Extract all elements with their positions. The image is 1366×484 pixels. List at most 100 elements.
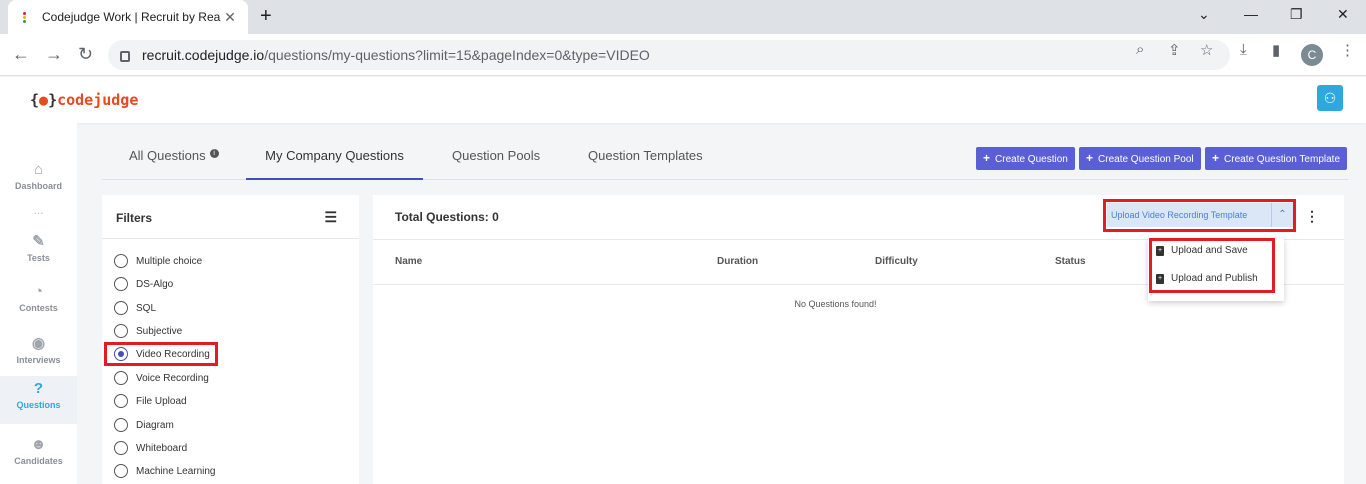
tab-label: All Questions	[129, 148, 206, 163]
home-icon: ⌂	[33, 161, 44, 178]
sidebar-item-label: Tests	[27, 253, 50, 263]
sidebar-item-dashboard[interactable]: ⌂ Dashboard	[0, 157, 77, 205]
pie-chart-icon: ◔	[33, 283, 44, 300]
sidebar-more[interactable]: ...	[0, 203, 77, 217]
filter-option-sql[interactable]: SQL	[114, 298, 156, 318]
more-options-icon[interactable]: ⋮	[1305, 208, 1319, 225]
browser-tab[interactable]: Codejudge Work | Recruit by Rea ✕	[8, 0, 248, 34]
app-header: {●}codejudge ⚇	[0, 77, 1366, 123]
column-difficulty: Difficulty	[875, 256, 918, 267]
radio-button[interactable]	[114, 441, 128, 455]
filter-option-diagram[interactable]: Diagram	[114, 415, 174, 435]
filter-option-voice-recording[interactable]: Voice Recording	[114, 368, 209, 388]
radio-button[interactable]	[114, 394, 128, 408]
sidebar-item-label: Dashboard	[14, 181, 62, 191]
url-host: recruit.codejudge.io	[142, 47, 265, 63]
sidebar-item-candidates[interactable]: ☻ Candidates	[0, 432, 77, 480]
create-question-pool-button[interactable]: + Create Question Pool	[1079, 147, 1201, 170]
restore-icon[interactable]: ❐	[1290, 6, 1303, 23]
tab-label: Question Templates	[588, 148, 703, 163]
button-label: Create Question	[995, 154, 1068, 165]
minimize-icon[interactable]: —	[1244, 6, 1258, 22]
sidebar-item-label: Contests	[19, 303, 58, 313]
zoom-icon[interactable]: ⌕	[1136, 41, 1144, 58]
question-icon: ?	[33, 380, 44, 397]
download-icon[interactable]: ⤓	[1240, 41, 1247, 58]
total-questions: Total Questions: 0	[395, 210, 499, 224]
menu-icon[interactable]: ☰	[324, 209, 337, 226]
back-icon[interactable]: ←	[12, 44, 30, 65]
tab-question-templates[interactable]: Question Templates	[588, 135, 703, 180]
bookmark-star-icon[interactable]: ☆	[1200, 41, 1213, 59]
info-icon[interactable]: i	[209, 149, 219, 158]
url-path: /questions/my-questions?limit=15&pageInd…	[264, 47, 650, 63]
codejudge-logo[interactable]: {●}codejudge	[30, 91, 138, 109]
filter-label: Voice Recording	[136, 372, 209, 384]
url-field[interactable]: recruit.codejudge.io/questions/my-questi…	[108, 40, 1230, 70]
sidebar-item-interviews[interactable]: ◉ Interviews	[0, 330, 77, 378]
radio-button[interactable]	[114, 464, 128, 478]
filters-title: Filters	[116, 211, 153, 225]
logo-traffic-icon: ●	[39, 91, 49, 109]
podcast-icon: ◉	[31, 335, 46, 352]
button-label: Create Question Pool	[1098, 154, 1194, 165]
side-panel-icon[interactable]: ▮	[1272, 41, 1280, 59]
share-icon[interactable]: ⇪	[1168, 41, 1181, 59]
column-status: Status	[1055, 256, 1086, 267]
create-question-button[interactable]: + Create Question	[976, 147, 1075, 170]
sidebar-item-label: Questions	[16, 400, 61, 410]
tab-label: My Company Questions	[265, 148, 404, 163]
radio-button[interactable]	[114, 371, 128, 385]
filter-option-ds-algo[interactable]: DS-Algo	[114, 274, 173, 294]
column-name: Name	[395, 256, 423, 267]
filter-label: DS-Algo	[136, 278, 174, 290]
radio-button[interactable]	[114, 277, 128, 291]
tab-close-icon[interactable]: ✕	[222, 9, 238, 26]
tab-question-pools[interactable]: Question Pools	[452, 135, 540, 180]
profile-avatar[interactable]: C	[1301, 44, 1323, 66]
lock-icon	[120, 50, 130, 62]
logo-brace-left: {	[30, 91, 40, 109]
tab-my-company-questions[interactable]: My Company Questions	[246, 135, 423, 180]
sidebar-item-questions[interactable]: ? Questions	[0, 376, 77, 424]
highlight-box-upload-button	[1103, 199, 1296, 232]
radio-button[interactable]	[114, 254, 128, 268]
filter-label: SQL	[136, 302, 157, 314]
filters-header: Filters ☰	[102, 195, 359, 239]
button-label: Create Question Template	[1224, 154, 1341, 165]
filter-option-file-upload[interactable]: File Upload	[114, 391, 187, 411]
sidebar-item-label: Candidates	[14, 456, 63, 466]
logo-brace-right: }	[48, 91, 58, 109]
filter-option-machine-learning[interactable]: Machine Learning	[114, 461, 216, 481]
filter-option-subjective[interactable]: Subjective	[114, 321, 182, 341]
browser-tab-bar: Codejudge Work | Recruit by Rea ✕ + ⌄ — …	[0, 0, 1366, 34]
sidebar-item-tests[interactable]: ✎ Tests	[0, 228, 77, 276]
create-question-template-button[interactable]: + Create Question Template	[1205, 147, 1348, 170]
filter-label: Whiteboard	[136, 442, 188, 454]
browser-menu-icon[interactable]: ⋮	[1340, 41, 1355, 59]
new-tab-icon[interactable]: +	[260, 5, 272, 28]
window-close-icon[interactable]: ✕	[1337, 6, 1349, 23]
filter-label: Multiple choice	[136, 255, 203, 267]
radio-button[interactable]	[114, 301, 128, 315]
reload-icon[interactable]: ↻	[78, 44, 93, 65]
user-account-icon[interactable]: ⚇	[1317, 85, 1343, 111]
plus-icon: +	[1212, 151, 1220, 165]
forward-icon[interactable]: →	[45, 44, 63, 65]
radio-button[interactable]	[114, 418, 128, 432]
filter-label: Diagram	[136, 419, 174, 431]
radio-button[interactable]	[114, 324, 128, 338]
filter-label: File Upload	[136, 395, 187, 407]
plus-icon: +	[983, 151, 991, 165]
filter-option-whiteboard[interactable]: Whiteboard	[114, 438, 187, 458]
highlight-box-video-recording	[104, 342, 218, 366]
users-icon: ☻	[30, 436, 47, 453]
sidebar-item-contests[interactable]: ◔ Contests	[0, 279, 77, 327]
tab-all-questions[interactable]: All Questions i	[129, 135, 219, 180]
filter-option-multiple-choice[interactable]: Multiple choice	[114, 251, 202, 271]
filters-panel: Filters ☰ Multiple choice DS-Algo SQL Su…	[102, 195, 359, 484]
filter-label: Machine Learning	[136, 465, 216, 477]
tab-search-icon[interactable]: ⌄	[1198, 6, 1210, 23]
logo-text: codejudge	[57, 91, 139, 109]
address-bar: ← → ↻ recruit.codejudge.io/questions/my-…	[0, 34, 1366, 76]
